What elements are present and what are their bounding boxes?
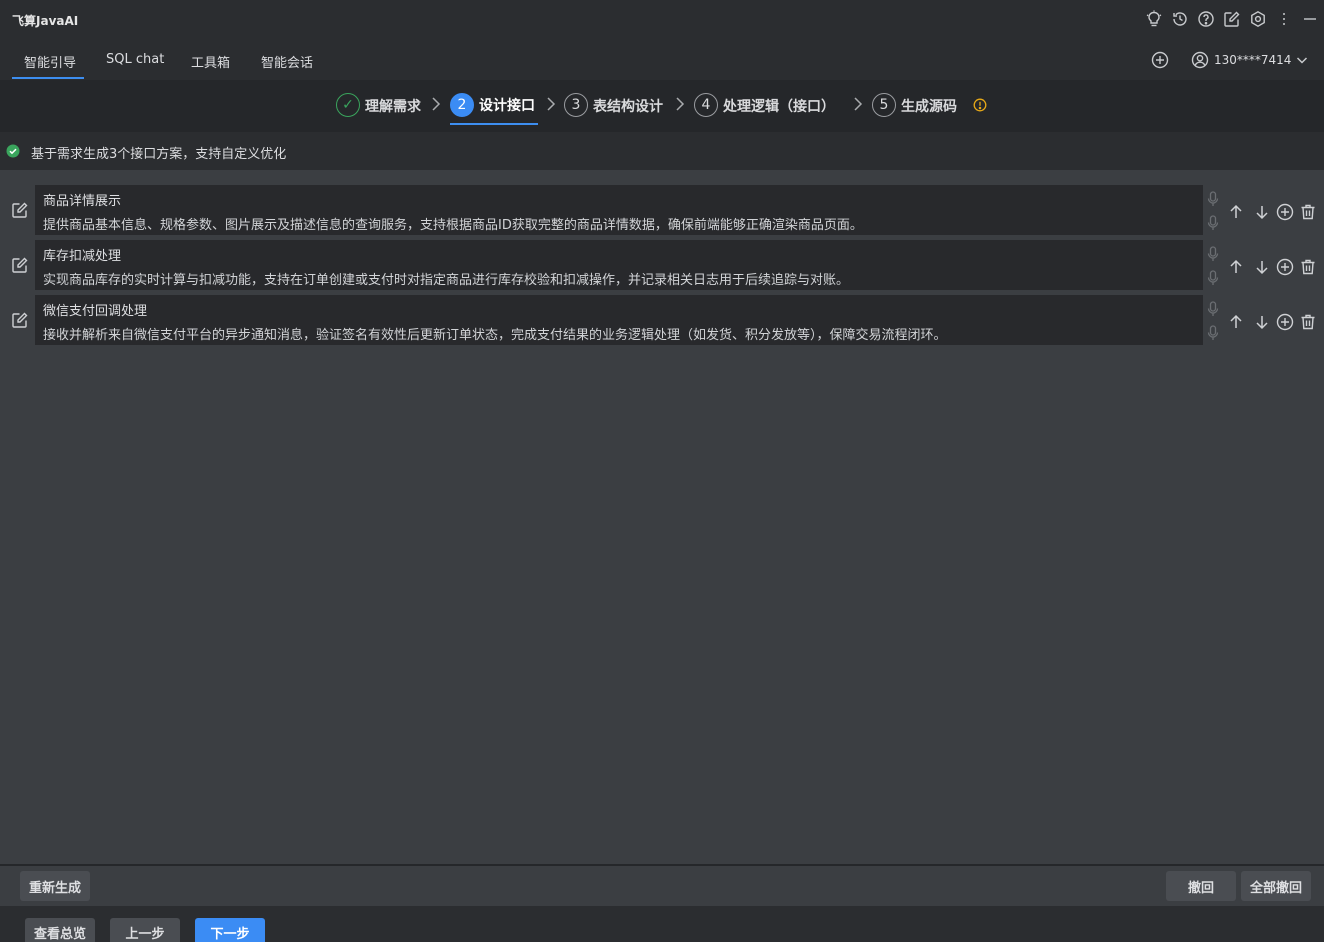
interface-title[interactable]: 商品详情展示 (43, 190, 121, 209)
minimize-icon[interactable] (1300, 9, 1320, 29)
add-row-icon[interactable] (1275, 312, 1295, 332)
mic-icon[interactable] (1206, 190, 1220, 208)
mic-icon[interactable] (1206, 300, 1220, 318)
tab-toolbox[interactable]: 工具箱 (191, 52, 230, 71)
mic-icon[interactable] (1206, 245, 1220, 263)
delete-icon[interactable] (1298, 202, 1318, 222)
delete-icon[interactable] (1298, 257, 1318, 277)
move-up-icon[interactable] (1226, 257, 1246, 277)
bottom-divider (0, 864, 1324, 866)
move-up-icon[interactable] (1226, 312, 1246, 332)
interface-description[interactable]: 实现商品库存的实时计算与扣减功能，支持在订单创建或支付时对指定商品进行库存校验和… (43, 269, 849, 288)
chevron-down-icon[interactable] (1292, 50, 1312, 70)
step-chevron-icon (675, 96, 685, 116)
user-account-label[interactable]: 130****7414 (1214, 53, 1291, 67)
help-icon[interactable] (1196, 9, 1216, 29)
mic-icon[interactable] (1206, 214, 1220, 232)
interface-description[interactable]: 提供商品基本信息、规格参数、图片展示及描述信息的查询服务，支持根据商品ID获取完… (43, 214, 863, 233)
step-chevron-icon (853, 96, 863, 116)
active-tab-indicator (12, 77, 84, 79)
tab-sql-chat[interactable]: SQL chat (106, 52, 164, 67)
more-vertical-icon[interactable] (1274, 9, 1294, 29)
step-chevron-icon (431, 96, 441, 116)
add-row-icon[interactable] (1275, 202, 1295, 222)
delete-icon[interactable] (1298, 312, 1318, 332)
step-4-number: 4 (694, 93, 718, 117)
move-down-icon[interactable] (1252, 312, 1272, 332)
move-down-icon[interactable] (1252, 202, 1272, 222)
add-circle-icon[interactable] (1150, 50, 1170, 70)
warning-info-icon[interactable] (973, 98, 987, 112)
app-title: 飞算JavaAI (12, 14, 79, 28)
edit-row-icon[interactable] (10, 255, 30, 275)
overview-button[interactable]: 查看总览 (25, 918, 95, 942)
interface-title[interactable]: 库存扣减处理 (43, 245, 121, 264)
step-1-label[interactable]: 理解需求 (365, 96, 421, 116)
step-3-number: 3 (564, 93, 588, 117)
next-step-button[interactable]: 下一步 (195, 918, 265, 942)
user-avatar-icon[interactable] (1190, 50, 1210, 70)
mic-icon[interactable] (1206, 269, 1220, 287)
step-2-label[interactable]: 设计接口 (479, 95, 535, 115)
undo-all-button[interactable]: 全部撤回 (1241, 871, 1311, 901)
step-4-label[interactable]: 处理逻辑（接口） (723, 96, 835, 116)
move-down-icon[interactable] (1252, 257, 1272, 277)
undo-button[interactable]: 撤回 (1166, 871, 1236, 901)
prev-step-button[interactable]: 上一步 (110, 918, 180, 942)
info-text: 基于需求生成3个接口方案，支持自定义优化 (31, 147, 287, 162)
step-5-number: 5 (872, 93, 896, 117)
step-1-check-icon: ✓ (336, 93, 360, 117)
interface-description[interactable]: 接收并解析来自微信支付平台的异步通知消息，验证签名有效性后更新订单状态，完成支付… (43, 324, 947, 343)
tab-smart-chat[interactable]: 智能会话 (261, 52, 313, 71)
step-chevron-icon (546, 96, 556, 116)
tab-smart-guide[interactable]: 智能引导 (24, 52, 76, 71)
add-row-icon[interactable] (1275, 257, 1295, 277)
step-5-label[interactable]: 生成源码 (901, 96, 957, 116)
edit-row-icon[interactable] (10, 200, 30, 220)
settings-icon[interactable] (1248, 9, 1268, 29)
interface-title[interactable]: 微信支付回调处理 (43, 300, 147, 319)
regenerate-button[interactable]: 重新生成 (20, 871, 90, 901)
move-up-icon[interactable] (1226, 202, 1246, 222)
step-3-label[interactable]: 表结构设计 (593, 96, 663, 116)
mic-icon[interactable] (1206, 324, 1220, 342)
step-2-number: 2 (450, 93, 474, 117)
active-step-indicator (450, 123, 538, 125)
edit-note-icon[interactable] (1222, 9, 1242, 29)
edit-row-icon[interactable] (10, 310, 30, 330)
history-icon[interactable] (1170, 9, 1190, 29)
success-check-icon (6, 144, 20, 158)
title-bar (0, 0, 1324, 40)
bulb-icon[interactable] (1144, 9, 1164, 29)
